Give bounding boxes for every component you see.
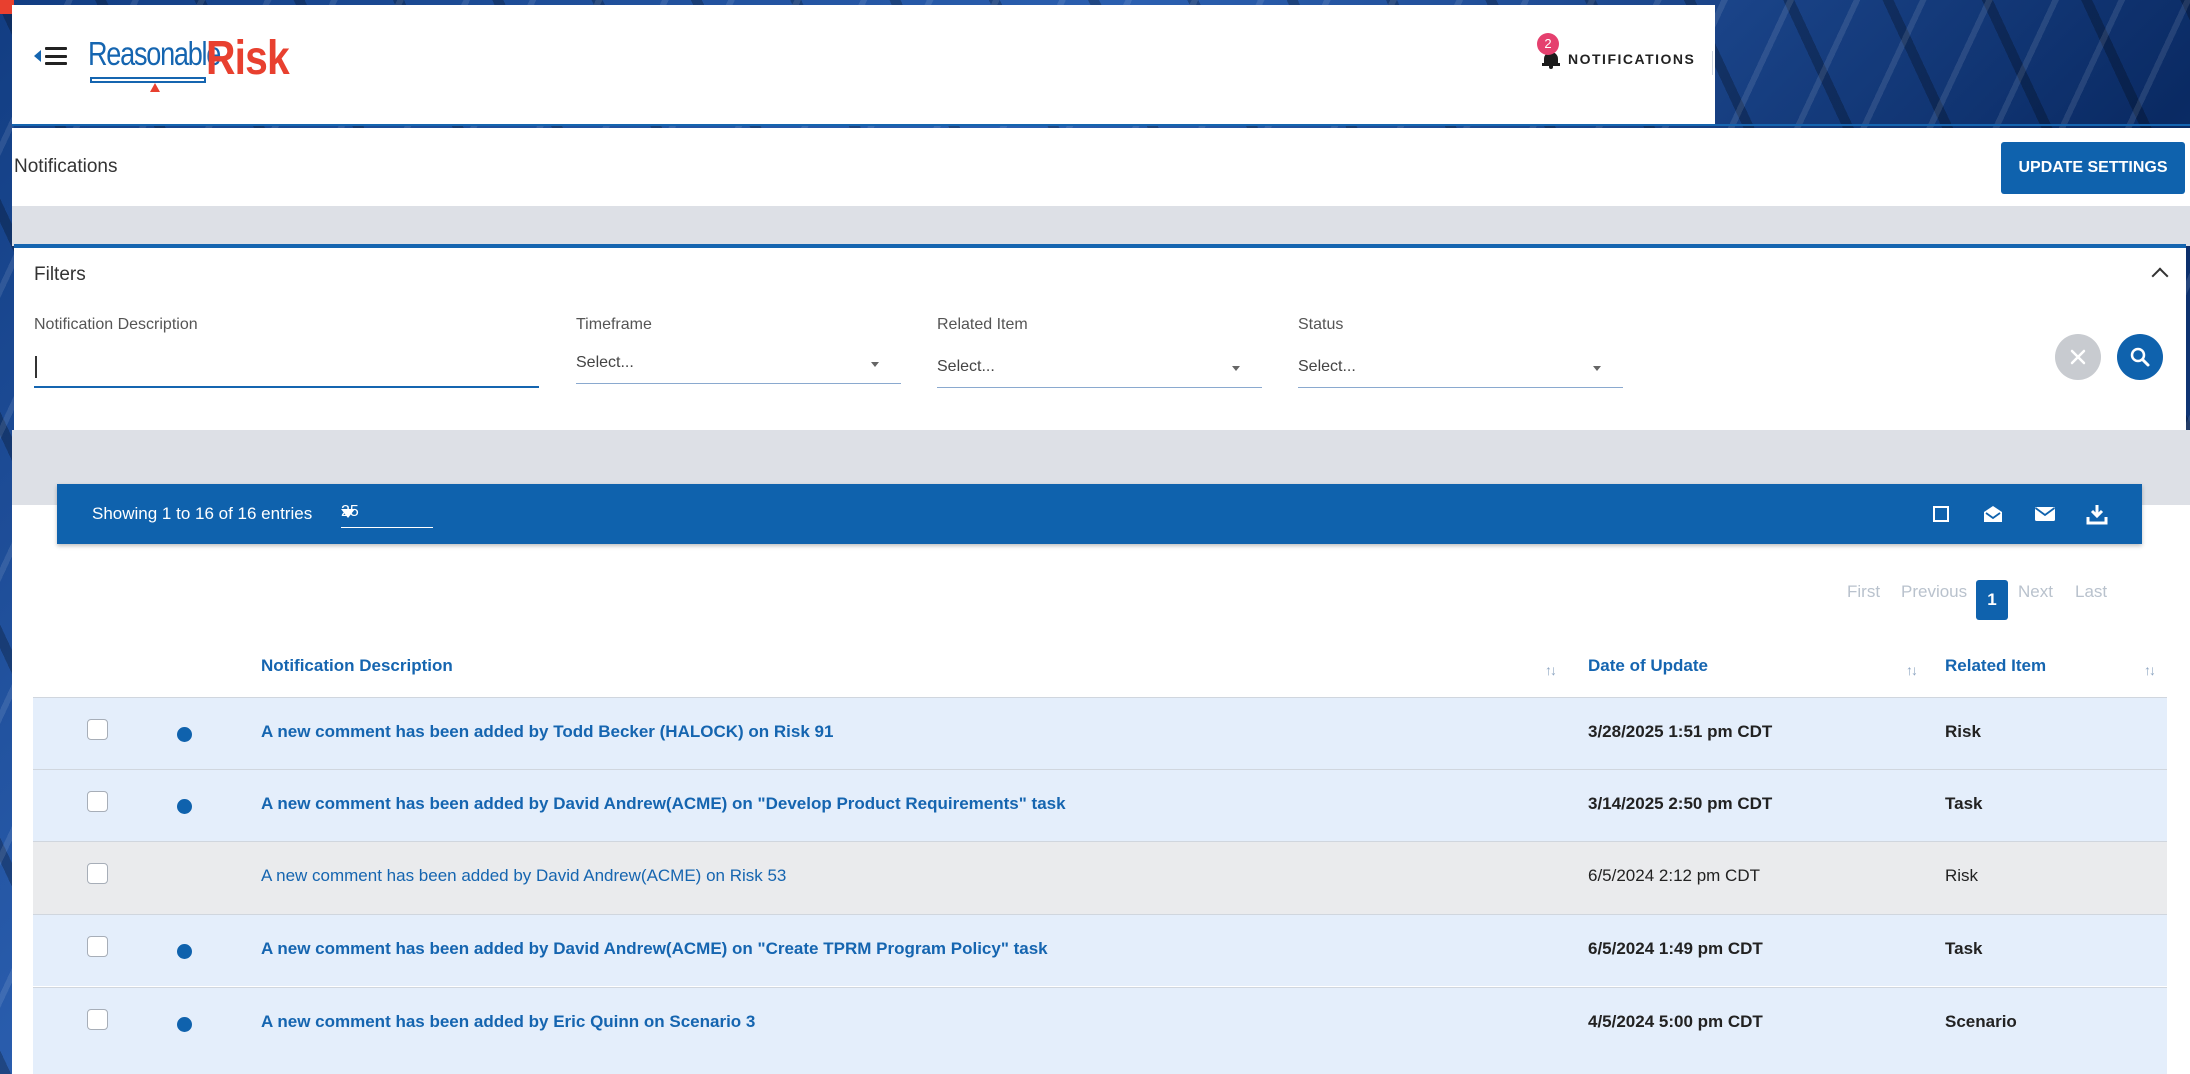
table-row[interactable]: A new comment has been added by David An… [33, 841, 2167, 914]
search-icon [2130, 347, 2150, 367]
row-checkbox[interactable] [87, 863, 108, 884]
notification-description-link[interactable]: A new comment has been added by David An… [261, 939, 1048, 959]
timeframe-select[interactable]: Select... [576, 344, 901, 384]
related-item: Scenario [1945, 1012, 2017, 1031]
date-of-update: 3/14/2025 2:50 pm CDT [1588, 794, 1773, 813]
unread-dot-icon [177, 944, 192, 959]
table-row[interactable]: A new comment has been added by Eric Qui… [33, 987, 2167, 1074]
table-row[interactable]: A new comment has been added by David An… [33, 914, 2167, 986]
topbar-divider [1712, 51, 1713, 75]
logo-text-reasonable: Reasonable [88, 35, 221, 72]
search-button[interactable] [2117, 334, 2163, 380]
row-checkbox[interactable] [87, 936, 108, 957]
hamburger-icon [45, 47, 67, 65]
logo-text-risk: Risk [206, 32, 290, 85]
description-filter-input[interactable] [34, 348, 539, 388]
notifications-link[interactable]: NOTIFICATIONS [1542, 49, 1695, 69]
page-title: Notifications [14, 156, 118, 177]
related-item: Task [1945, 794, 1983, 813]
unread-dot-icon [177, 799, 192, 814]
date-of-update: 3/28/2025 1:51 pm CDT [1588, 722, 1773, 741]
description-filter-label: Notification Description [34, 316, 198, 333]
notification-description-link[interactable]: A new comment has been added by Eric Qui… [261, 1012, 755, 1032]
column-header-related-item[interactable]: Related Item [1945, 656, 2046, 676]
update-settings-button[interactable]: UPDATE SETTINGS [2001, 142, 2185, 194]
dropdown-arrow-icon [1593, 366, 1601, 371]
mark-unread-icon[interactable] [2033, 502, 2057, 526]
clear-filters-button[interactable] [2055, 334, 2101, 380]
row-checkbox[interactable] [87, 1009, 108, 1030]
related-item: Risk [1945, 722, 1981, 741]
related-item: Task [1945, 939, 1983, 958]
related-item-select[interactable]: Select... [937, 348, 1262, 388]
back-triangle-icon [34, 50, 41, 62]
pager-current-page[interactable]: 1 [1976, 580, 2008, 620]
pager-last[interactable]: Last [2075, 582, 2107, 602]
logo-underline-inner [92, 79, 204, 81]
table-toolbar: Showing 1 to 16 of 16 entries 25 [57, 484, 2142, 544]
clear-icon [2070, 349, 2086, 365]
notification-description-link[interactable]: A new comment has been added by Todd Bec… [261, 722, 833, 742]
table-row[interactable]: A new comment has been added by Todd Bec… [33, 697, 2167, 769]
unread-dot-icon [177, 727, 192, 742]
notifications-count-badge: 2 [1537, 33, 1559, 55]
related-item: Risk [1945, 866, 1979, 885]
related-item-select-value: Select... [937, 358, 995, 375]
row-checkbox[interactable] [87, 791, 108, 812]
section-spacer [12, 206, 2190, 246]
column-header-description[interactable]: Notification Description [261, 656, 453, 676]
status-select-value: Select... [1298, 358, 1356, 375]
row-checkbox[interactable] [87, 719, 108, 740]
select-all-checkbox-icon[interactable] [1929, 502, 1953, 526]
page-size-select[interactable]: 25 [341, 500, 433, 528]
sort-icon[interactable]: ↑↓ [1545, 662, 1557, 678]
status-select[interactable]: Select... [1298, 348, 1623, 388]
entries-info: Showing 1 to 16 of 16 entries [92, 504, 313, 523]
notification-description-link[interactable]: A new comment has been added by David An… [261, 794, 1066, 814]
header-divider [12, 124, 2190, 126]
logo[interactable]: Reasonable Risk [88, 32, 298, 93]
page-header: Notifications [12, 128, 2190, 206]
unread-dot-icon [177, 1017, 192, 1032]
filters-title: Filters [34, 264, 86, 285]
logo-fulcrum-icon [150, 83, 160, 92]
top-bar: Reasonable Risk NOTIFICATIONS 2 [12, 5, 1715, 125]
table-row[interactable]: A new comment has been added by David An… [33, 769, 2167, 841]
filters-panel: Filters Notification Description Timefra… [14, 244, 2186, 430]
notifications-label: NOTIFICATIONS [1568, 51, 1696, 67]
timeframe-filter-label: Timeframe [576, 316, 652, 333]
notification-description-link[interactable]: A new comment has been added by David An… [261, 866, 786, 886]
pager-first[interactable]: First [1847, 582, 1880, 602]
timeframe-select-value: Select... [576, 354, 634, 371]
status-filter-label: Status [1298, 316, 1344, 333]
dropdown-arrow-icon [1232, 366, 1240, 371]
dropdown-arrow-icon [341, 509, 355, 518]
chevron-up-icon[interactable] [2151, 267, 2169, 285]
related-item-filter-label: Related Item [937, 316, 1028, 333]
sort-icon[interactable]: ↑↓ [2144, 662, 2156, 678]
date-of-update: 6/5/2024 2:12 pm CDT [1588, 866, 1760, 885]
pager-previous[interactable]: Previous [1901, 582, 1967, 602]
mark-read-icon[interactable] [1981, 502, 2005, 526]
pager-next[interactable]: Next [2018, 582, 2053, 602]
menu-toggle-button[interactable] [34, 47, 67, 65]
dropdown-arrow-icon [871, 362, 879, 367]
date-of-update: 4/5/2024 5:00 pm CDT [1588, 1012, 1763, 1031]
download-icon[interactable] [2085, 502, 2109, 526]
column-header-date[interactable]: Date of Update [1588, 656, 1708, 676]
date-of-update: 6/5/2024 1:49 pm CDT [1588, 939, 1763, 958]
text-caret [35, 356, 37, 378]
sort-icon[interactable]: ↑↓ [1906, 662, 1918, 678]
